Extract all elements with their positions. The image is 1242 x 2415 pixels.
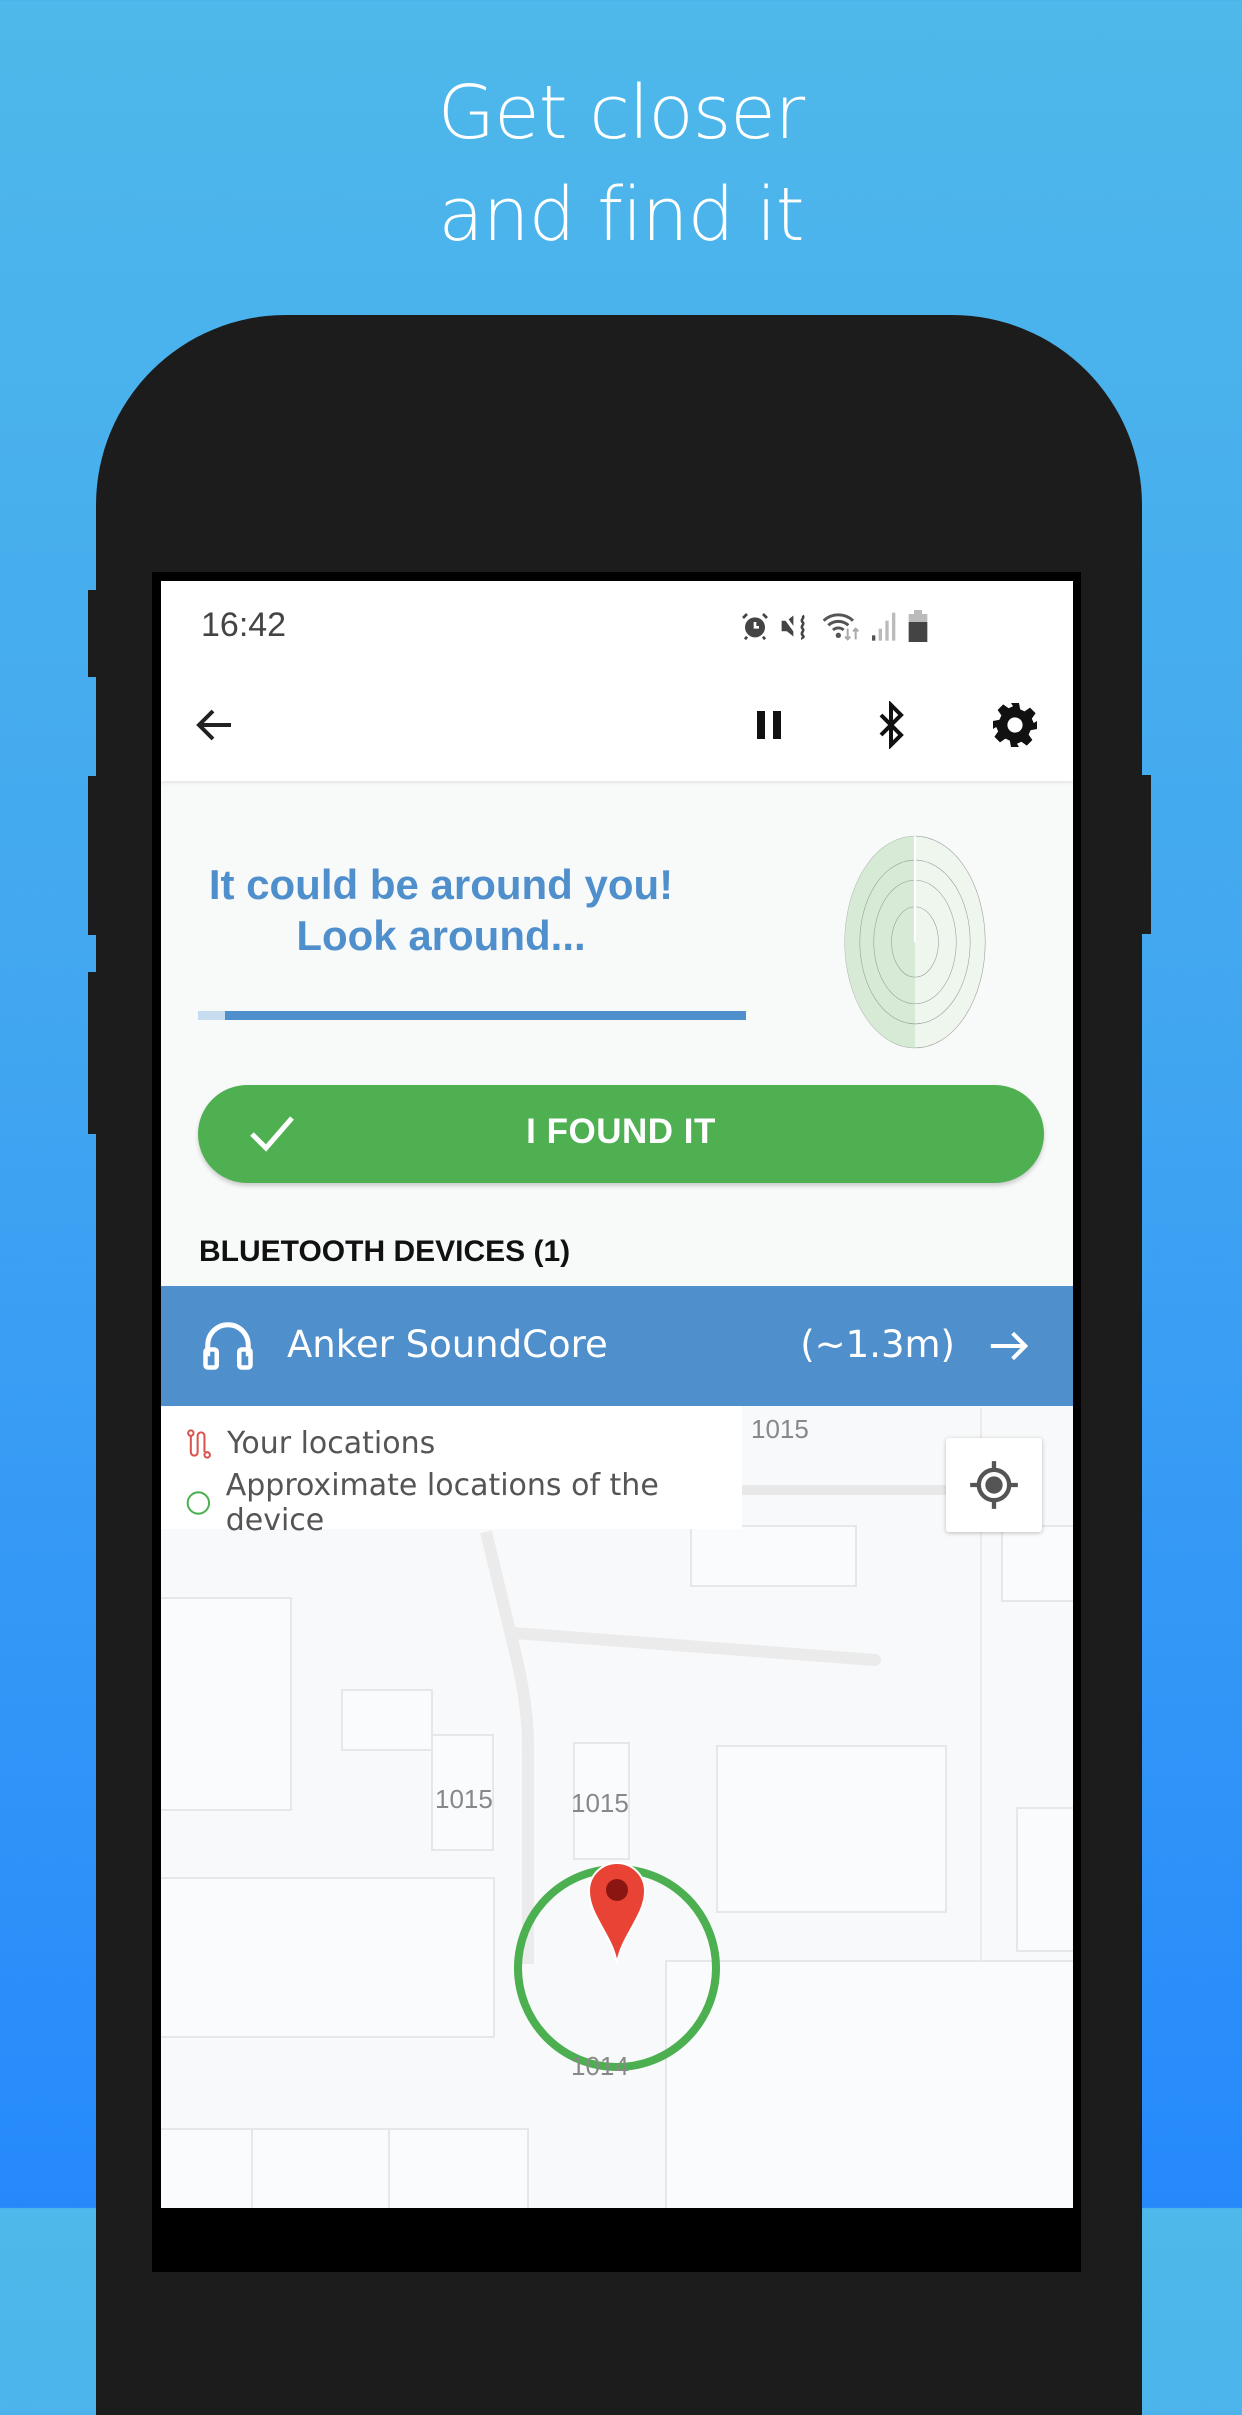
- legend-device-locations: Approximate locations of the device: [225, 1468, 659, 1538]
- map-label: 1015: [571, 1788, 629, 1818]
- device-distance: (~1.3m): [800, 1323, 955, 1366]
- phone-side-button: [88, 590, 97, 677]
- gear-icon[interactable]: [991, 701, 1039, 749]
- route-icon: [187, 1428, 211, 1459]
- legend-your-locations: Your locations: [227, 1426, 436, 1461]
- bluetooth-icon[interactable]: [867, 701, 915, 749]
- radar-animation: [844, 835, 986, 1049]
- map-view[interactable]: 1015 1015 1015 1014 Your locations Appro…: [161, 1406, 1073, 2208]
- map-label: 1015: [435, 1784, 493, 1814]
- arrow-right-icon[interactable]: [987, 1326, 1031, 1366]
- status-bar: 16:42: [161, 581, 1073, 669]
- map-label: 1015: [751, 1414, 809, 1444]
- i-found-it-label: I FOUND IT: [526, 1112, 716, 1151]
- app-toolbar: [161, 669, 1073, 781]
- search-progress-bar: [198, 1011, 746, 1020]
- my-location-button[interactable]: [946, 1438, 1042, 1532]
- legend-item: Approximate locations of the device: [185, 1468, 742, 1538]
- map-label: 1014: [571, 2051, 629, 2081]
- arrow-left-icon[interactable]: [191, 701, 239, 749]
- bluetooth-devices-heading: BLUETOOTH DEVICES (1): [199, 1235, 571, 1268]
- phone-side-button: [88, 776, 97, 935]
- device-list-item[interactable]: Anker SoundCore (~1.3m): [161, 1286, 1073, 1406]
- my-location-icon: [970, 1461, 1018, 1509]
- battery-icon: [908, 610, 928, 642]
- legend-item: Your locations: [185, 1426, 435, 1461]
- search-status-line1: It could be around you!: [208, 861, 674, 908]
- promo-headline: Get closer and find it: [0, 62, 1242, 266]
- search-status-line2: Look around...: [296, 912, 586, 959]
- phone-side-button: [1142, 775, 1151, 934]
- app-screen: 16:42 It could be around you! Look aroun…: [161, 581, 1073, 2208]
- i-found-it-button[interactable]: I FOUND IT: [198, 1085, 1044, 1183]
- signal-icon: [872, 612, 896, 641]
- wifi-icon: [822, 613, 860, 641]
- headphones-icon: [203, 1322, 253, 1370]
- search-status-title: It could be around you! Look around...: [181, 859, 701, 961]
- promo-headline-line1: Get closer: [437, 70, 805, 156]
- alarm-icon: [742, 613, 768, 641]
- vibrate-mute-icon: [781, 613, 805, 641]
- pause-icon[interactable]: [745, 701, 793, 749]
- device-name: Anker SoundCore: [287, 1323, 608, 1366]
- promo-headline-line2: and find it: [438, 172, 804, 258]
- map-pin-icon: [587, 1862, 647, 1965]
- phone-side-button: [88, 972, 97, 1134]
- search-progress-fill: [225, 1011, 746, 1020]
- map-legend: Your locations Approximate locations of …: [161, 1406, 742, 1538]
- status-time: 16:42: [201, 606, 287, 644]
- circle-outline-icon: [186, 1491, 211, 1515]
